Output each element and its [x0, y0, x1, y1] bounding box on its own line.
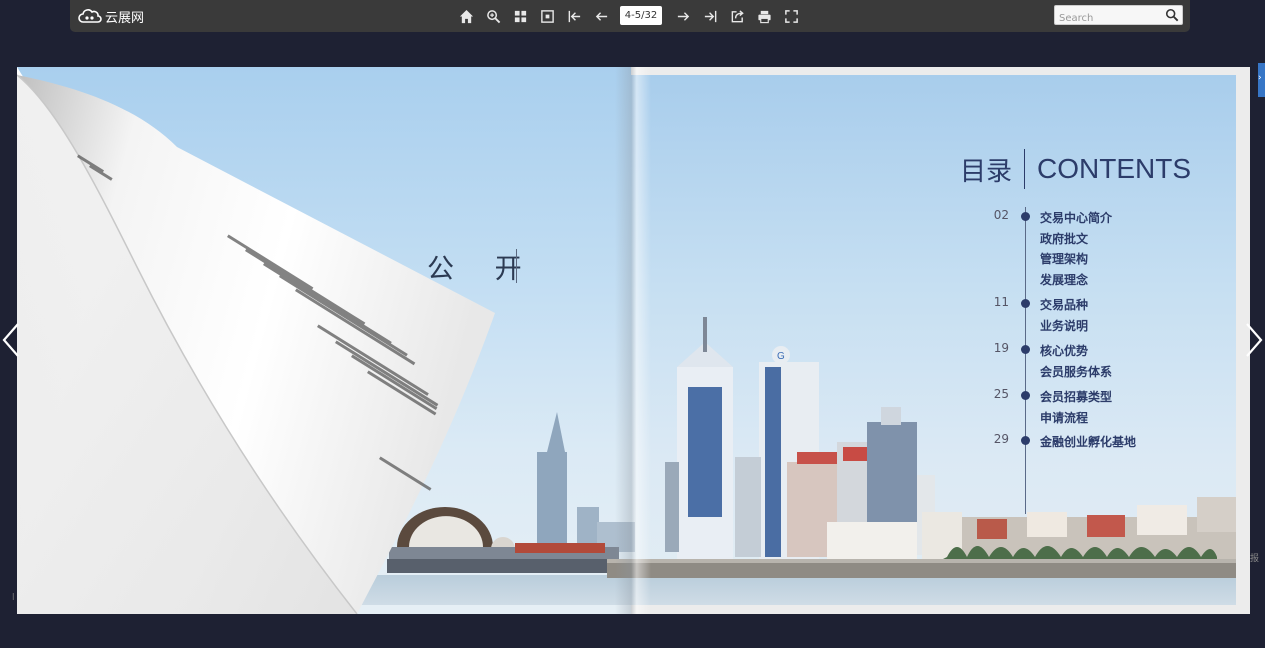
- toc-bullet: [1021, 345, 1030, 354]
- toc-page-number: 25: [993, 387, 1009, 401]
- fullscreen-icon: [784, 9, 798, 23]
- svg-text:G: G: [777, 351, 785, 362]
- share-icon: [731, 9, 744, 22]
- page-indicator[interactable]: 4-5/32: [620, 6, 662, 25]
- search-input[interactable]: [1055, 9, 1160, 28]
- reader-toolbar: 云展网 4-5/32: [70, 0, 1190, 32]
- toc-header: 目录 CONTENTS: [960, 149, 1191, 189]
- cloud-logo-icon: [78, 9, 102, 23]
- print-icon: [757, 10, 771, 23]
- toc-timeline: [1025, 207, 1026, 514]
- toc-page-number: 02: [993, 208, 1009, 222]
- toc-line[interactable]: 金融创业孵化基地: [1040, 432, 1136, 453]
- toc-page-number: 11: [993, 295, 1009, 309]
- zoom-button[interactable]: [483, 6, 503, 26]
- home-icon: [459, 9, 473, 23]
- logo-text: 云展网: [105, 10, 145, 26]
- book-spread: G 公 开 目录 CONTENTS 02 交易中心简介 政府批文 管理架构 发展…: [17, 67, 1250, 614]
- fit-page-button[interactable]: [537, 6, 557, 26]
- prev-page-button[interactable]: [591, 6, 611, 26]
- toc-title-cn: 目录: [960, 156, 1013, 187]
- side-panel-toggle[interactable]: ›: [1258, 63, 1265, 97]
- toc-page-number: 19: [993, 341, 1009, 355]
- search-icon[interactable]: [1165, 8, 1179, 22]
- toc-bullet: [1021, 436, 1030, 445]
- edge-label-right: 报: [1250, 554, 1260, 564]
- toc-line[interactable]: 交易品种: [1040, 295, 1088, 316]
- toc-entry[interactable]: 29 金融创业孵化基地: [977, 432, 1136, 452]
- thumbnails-button[interactable]: [510, 6, 530, 26]
- edge-label-left: l: [12, 593, 15, 603]
- toc-line[interactable]: 交易中心简介: [1040, 208, 1112, 229]
- toc-page-number: 29: [993, 432, 1009, 446]
- toc-bullet: [1021, 299, 1030, 308]
- toc-title-divider: [1024, 149, 1026, 189]
- chevron-right-icon: ›: [1258, 73, 1262, 83]
- toc-entry[interactable]: 11 交易品种 业务说明: [977, 295, 1088, 333]
- book-spine: [615, 67, 651, 614]
- toc-line[interactable]: 管理架构: [1040, 249, 1112, 270]
- toc-entry[interactable]: 02 交易中心简介 政府批文 管理架构 发展理念: [977, 208, 1112, 287]
- prev-page-icon: [595, 11, 607, 21]
- toc-entry[interactable]: 25 会员招募类型 申请流程: [977, 387, 1112, 425]
- toc-line[interactable]: 政府批文: [1040, 229, 1112, 250]
- home-button[interactable]: [456, 6, 476, 26]
- page-curl[interactable]: [17, 67, 577, 614]
- next-spread-arrow-icon[interactable]: [1241, 322, 1265, 358]
- toc-line[interactable]: 会员招募类型: [1040, 387, 1112, 408]
- fit-page-icon: [540, 9, 554, 23]
- fullscreen-button[interactable]: [781, 6, 801, 26]
- toc-entry[interactable]: 19 核心优势 会员服务体系: [977, 341, 1112, 379]
- toc-line[interactable]: 业务说明: [1040, 316, 1088, 337]
- share-button[interactable]: [727, 6, 747, 26]
- prev-spread-arrow-icon[interactable]: [0, 322, 24, 358]
- toc-bullet: [1021, 212, 1030, 221]
- next-page-button[interactable]: [673, 6, 693, 26]
- zoom-in-icon: [486, 9, 500, 23]
- toc-title-en: CONTENTS: [1037, 153, 1192, 184]
- last-page-button[interactable]: [700, 6, 720, 26]
- print-button[interactable]: [754, 6, 774, 26]
- thumbnails-icon: [514, 10, 526, 22]
- last-page-icon: [704, 10, 716, 22]
- toc-line[interactable]: 发展理念: [1040, 270, 1112, 291]
- search-box: [1054, 5, 1183, 28]
- next-page-icon: [677, 11, 689, 21]
- first-page-button[interactable]: [564, 6, 584, 26]
- logo[interactable]: 云展网: [78, 6, 144, 26]
- toc-line[interactable]: 申请流程: [1040, 408, 1112, 429]
- toc-line[interactable]: 核心优势: [1040, 341, 1112, 362]
- toc-line[interactable]: 会员服务体系: [1040, 362, 1112, 383]
- toc-bullet: [1021, 391, 1030, 400]
- first-page-icon: [568, 10, 580, 22]
